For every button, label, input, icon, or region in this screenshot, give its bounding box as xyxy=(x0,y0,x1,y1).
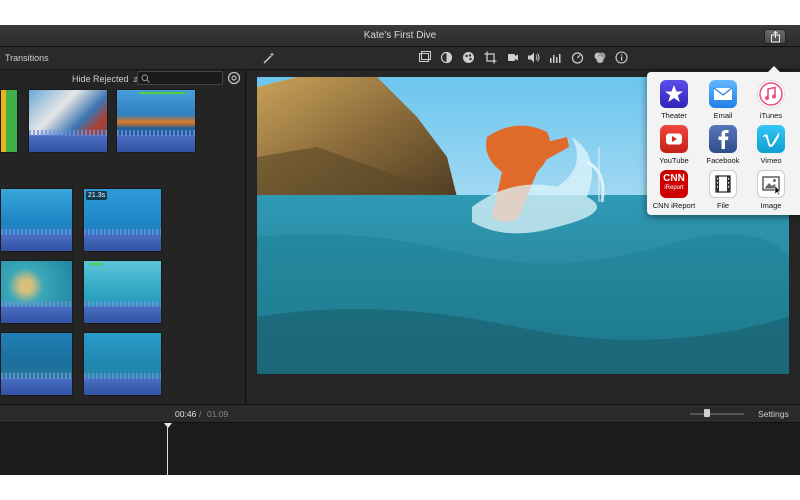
share-file[interactable]: File xyxy=(699,170,747,210)
share-theater[interactable]: Theater xyxy=(650,80,698,120)
facebook-icon xyxy=(709,125,737,153)
crop-frame-icon[interactable] xyxy=(418,51,431,64)
playhead-handle[interactable] xyxy=(164,423,172,428)
share-vimeo[interactable]: Vimeo xyxy=(747,125,795,165)
volume-icon[interactable] xyxy=(527,51,541,64)
audio-waveform xyxy=(84,372,161,395)
timeline-header: 00:46 / 01:09 Settings xyxy=(0,404,800,423)
share-cnn-ireport[interactable]: CNN iReport CNN iReport xyxy=(650,170,698,210)
audio-waveform xyxy=(84,228,161,251)
clip-thumbnail[interactable] xyxy=(0,260,73,324)
clip-thumbnail[interactable] xyxy=(83,332,162,396)
share-email[interactable]: Email xyxy=(699,80,747,120)
share-item-label: CNN iReport xyxy=(652,201,696,210)
clip-thumbnail[interactable] xyxy=(0,188,73,252)
selection-range-bar xyxy=(90,263,102,265)
share-youtube[interactable]: YouTube xyxy=(650,125,698,165)
window-title: Kate's First Dive xyxy=(363,30,437,41)
stabilization-icon[interactable] xyxy=(506,51,519,64)
gear-icon[interactable] xyxy=(227,71,241,85)
cnn-ireport-icon: CNN iReport xyxy=(660,170,688,198)
email-icon xyxy=(709,80,737,108)
clip-thumbnail[interactable] xyxy=(0,332,73,396)
share-item-label: File xyxy=(716,201,730,210)
vimeo-icon xyxy=(757,125,785,153)
audio-waveform xyxy=(1,300,72,323)
timeline-zoom-slider[interactable] xyxy=(690,413,744,415)
tab-transitions[interactable]: Transitions xyxy=(5,53,49,63)
itunes-icon xyxy=(757,80,785,108)
clip-filter-select[interactable]: Hide Rejected ⇵ xyxy=(72,74,139,84)
share-item-label: Email xyxy=(713,111,733,120)
settings-button[interactable]: Settings xyxy=(758,409,789,419)
file-icon xyxy=(709,170,737,198)
clip-filter-value: Hide Rejected xyxy=(72,74,129,84)
clip-thumbnail[interactable]: 21.3s xyxy=(83,188,162,252)
toolbar: Transitions xyxy=(0,47,800,70)
playhead[interactable] xyxy=(167,423,168,475)
share-button[interactable] xyxy=(764,29,786,44)
ireport-logo-text: iReport xyxy=(664,185,684,191)
share-item-label: Facebook xyxy=(706,156,740,165)
magic-wand-icon[interactable] xyxy=(262,51,276,65)
share-item-label: Theater xyxy=(661,111,687,120)
cnn-logo-text: CNN xyxy=(663,173,685,184)
share-item-label: Vimeo xyxy=(760,156,782,165)
share-icon xyxy=(771,31,780,43)
timeline[interactable] xyxy=(0,423,800,475)
audio-waveform xyxy=(29,129,107,152)
color-balance-icon[interactable] xyxy=(440,51,453,64)
clip-browser: Hide Rejected ⇵ 21.3s xyxy=(0,70,246,424)
title-bar: Kate's First Dive xyxy=(0,25,800,47)
audio-waveform xyxy=(1,228,72,251)
audio-waveform xyxy=(1,372,72,395)
share-item-label: YouTube xyxy=(659,156,689,165)
share-item-label: iTunes xyxy=(759,111,783,120)
equalizer-icon[interactable] xyxy=(549,51,562,64)
search-input[interactable] xyxy=(137,71,223,85)
theater-icon xyxy=(660,80,688,108)
imovie-window: Kate's First Dive Transitions Hide Rejec… xyxy=(0,25,800,475)
image-icon xyxy=(757,170,785,198)
clip-thumbnail[interactable] xyxy=(83,260,162,324)
speed-icon[interactable] xyxy=(571,51,584,64)
selection-range-bar xyxy=(139,92,185,94)
crop-icon[interactable] xyxy=(484,51,497,64)
current-time: 00:46 xyxy=(175,409,197,419)
search-icon xyxy=(141,74,150,83)
clip-duration-badge: 21.3s xyxy=(86,191,108,200)
color-correction-icon[interactable] xyxy=(462,51,475,64)
total-time: 01:09 xyxy=(207,409,229,419)
share-item-label: Image xyxy=(760,201,782,210)
clip-thumbnail[interactable] xyxy=(0,89,18,153)
video-filter-icon[interactable] xyxy=(593,51,607,64)
share-image[interactable]: Image xyxy=(747,170,795,210)
info-icon[interactable] xyxy=(615,51,628,64)
timeline-zoom-knob[interactable] xyxy=(704,409,711,417)
share-facebook[interactable]: Facebook xyxy=(699,125,747,165)
clip-thumbnail[interactable] xyxy=(116,89,196,153)
share-popover: Theater Email iTunes YouTube Facebook Vi… xyxy=(647,66,800,215)
clip-thumbnail[interactable] xyxy=(28,89,108,153)
share-itunes[interactable]: iTunes xyxy=(747,80,795,120)
time-separator: / xyxy=(199,409,202,419)
audio-waveform xyxy=(117,129,195,152)
audio-waveform xyxy=(84,300,161,323)
youtube-icon xyxy=(660,125,688,153)
